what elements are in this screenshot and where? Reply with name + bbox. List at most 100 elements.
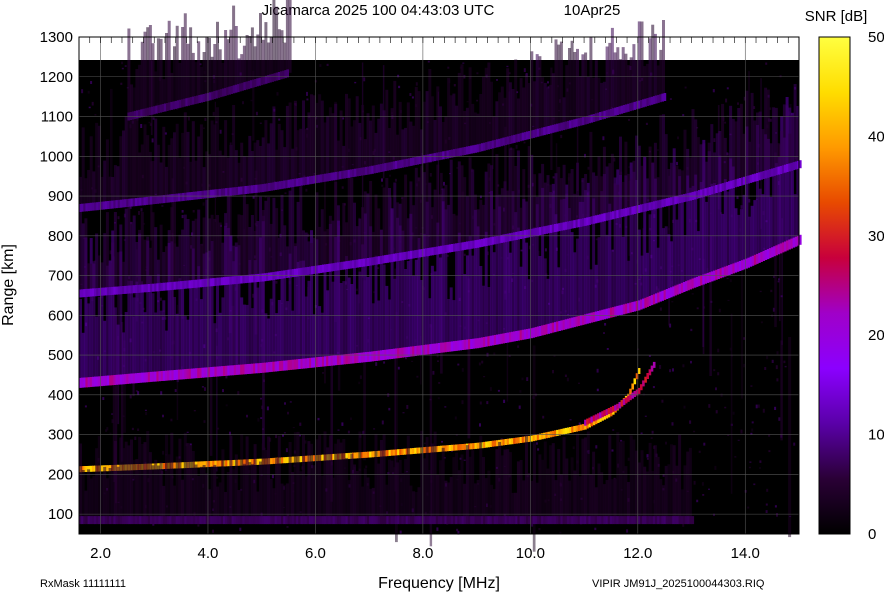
noise-speck: [552, 370, 554, 374]
trace-spread: [267, 436, 271, 521]
trace-spread: [132, 215, 136, 290]
trace-spread: [594, 175, 598, 220]
trace-spread: [656, 247, 660, 298]
trace-spread: [124, 208, 128, 290]
trace-spread: [543, 182, 547, 231]
trace-spread: [170, 138, 174, 199]
trace-spread: [318, 435, 322, 521]
noise-speck: [411, 360, 414, 362]
noise-speck: [134, 436, 137, 440]
noise-speck: [726, 87, 729, 90]
trace-spread: [589, 474, 593, 521]
noise-speck: [606, 348, 609, 350]
noise-speck: [734, 456, 737, 458]
trace-spread: [675, 165, 679, 200]
trace-spread: [218, 150, 222, 193]
noise-speck: [584, 153, 586, 158]
noise-speck: [775, 365, 778, 370]
trace-spread: [299, 185, 303, 272]
noise-speck: [90, 81, 93, 84]
trace-spread: [640, 450, 644, 521]
colorbar-tick-label: 50: [868, 29, 884, 46]
trace-spread: [81, 332, 85, 383]
trace-spread: [541, 459, 545, 521]
trace-spread: [401, 473, 405, 520]
noise-speck: [486, 352, 489, 357]
noise-speck: [140, 208, 143, 212]
noise-speck: [193, 410, 196, 412]
trace-spread: [551, 193, 555, 229]
trace-spread: [242, 304, 246, 370]
trace-spread: [334, 181, 338, 267]
trace-spread: [516, 150, 520, 236]
trace-spread: [119, 136, 123, 204]
noise-speck: [246, 414, 248, 418]
trace-spread: [363, 139, 367, 172]
trace-spread: [269, 123, 273, 187]
trace-spread: [559, 474, 563, 521]
noise-speck: [275, 281, 278, 284]
trace-spread: [436, 86, 440, 157]
trace-spread: [737, 214, 741, 267]
trace-spread: [670, 444, 673, 521]
trace-spread: [557, 267, 561, 327]
trace-spread: [637, 145, 641, 209]
trace-spread: [377, 300, 381, 356]
trace-spread: [232, 105, 236, 192]
trace-spread: [439, 106, 442, 156]
trace-spread: [280, 483, 284, 521]
trace-spread: [439, 460, 442, 521]
trace-spread: [240, 54, 244, 88]
trace-spread: [785, 105, 789, 169]
trace-spread: [140, 444, 144, 521]
trace-spread: [718, 131, 722, 189]
y-tick-label: 1200: [40, 69, 73, 86]
noise-speck: [402, 412, 405, 414]
trace-spread: [385, 484, 389, 521]
noise-speck: [478, 362, 481, 366]
trace-spread: [525, 242, 528, 335]
trace-spread: [296, 201, 300, 273]
y-tick-label: 300: [48, 427, 73, 444]
trace-spread: [449, 287, 453, 347]
noise-speck: [743, 363, 746, 368]
trace-spread: [237, 490, 241, 521]
trace-spread: [479, 94, 483, 148]
trace-spread: [345, 256, 348, 360]
noise-speck: [521, 377, 524, 381]
noise-speck: [771, 314, 774, 317]
trace-spread: [250, 27, 254, 84]
trace-spread: [471, 255, 475, 344]
trace-spread: [213, 323, 217, 372]
noise-speck: [595, 445, 598, 449]
trace-spread: [449, 159, 453, 249]
trace-spread: [288, 0, 292, 73]
trace-spread: [355, 294, 359, 359]
trace-spread: [632, 44, 636, 107]
trace-spread: [597, 463, 601, 521]
interference-streak: [788, 337, 792, 538]
trace-spread: [388, 128, 391, 167]
trace-spread: [538, 256, 542, 332]
trace-spread: [285, 301, 289, 366]
noise-speck: [661, 399, 664, 403]
trace-spread: [326, 115, 330, 178]
noise-speck: [237, 391, 240, 395]
trace-spread: [253, 46, 257, 84]
trace-spread: [194, 287, 198, 374]
trace-spread: [546, 87, 550, 131]
trace-spread: [288, 102, 292, 184]
noise-speck: [337, 429, 340, 431]
noise-speck: [652, 386, 655, 389]
noise-speck: [776, 513, 778, 517]
trace-spread: [680, 197, 684, 288]
trace-spread: [731, 118, 735, 185]
noise-speck: [737, 102, 739, 105]
trace-spread: [508, 452, 512, 521]
trace-spread: [482, 204, 485, 243]
trace-spread: [379, 230, 383, 260]
trace-spread: [726, 153, 730, 186]
trace-spread: [183, 13, 187, 103]
trace-spread: [277, 29, 281, 76]
trace-spread: [568, 173, 571, 226]
